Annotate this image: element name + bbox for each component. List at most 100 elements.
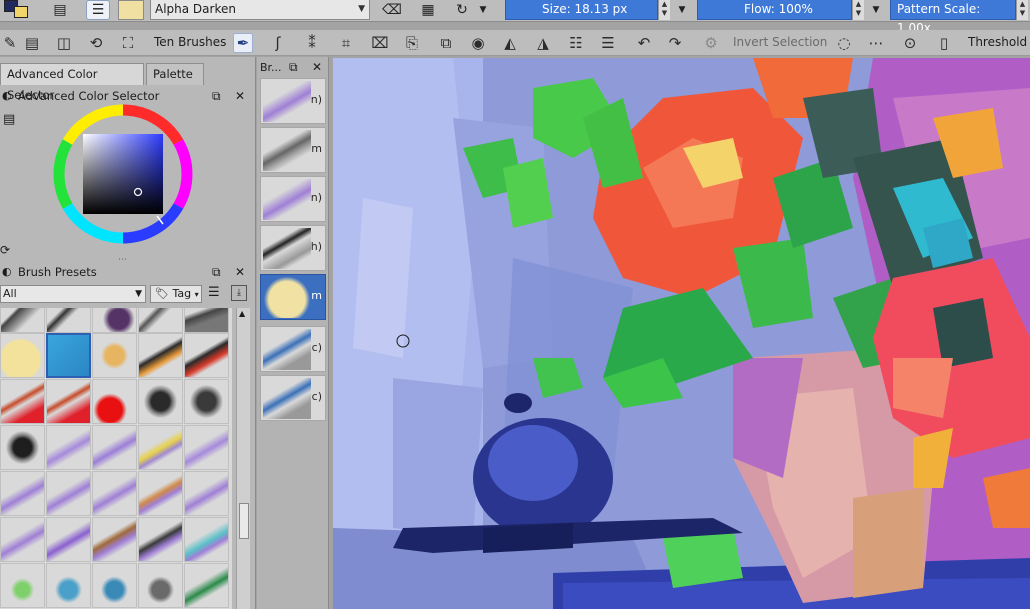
close-icon[interactable]: ✕ <box>312 60 322 74</box>
flow-spinner[interactable]: ▲ ▼ <box>852 0 864 20</box>
scroll-up-icon[interactable]: ▲ <box>239 309 245 318</box>
close-icon[interactable]: ✕ <box>235 263 245 281</box>
brush-preset-item[interactable] <box>92 308 137 333</box>
brush-preset-item[interactable] <box>0 517 45 562</box>
reset-color-icon[interactable]: ⟳ <box>0 243 10 257</box>
brush-preset-item[interactable] <box>184 471 229 516</box>
float-docker-icon[interactable]: ⧉ <box>212 263 221 281</box>
brush-preset-item[interactable] <box>0 425 45 470</box>
scrollbar-thumb[interactable] <box>239 503 249 539</box>
properties-icon[interactable]: ☰ <box>598 33 618 53</box>
undo-icon[interactable]: ↶ <box>634 33 654 53</box>
transparency-icon[interactable]: ▦ <box>418 0 438 20</box>
brush-strip-item[interactable]: c) <box>260 326 326 372</box>
chevron-down-icon[interactable]: ▼ <box>676 0 688 20</box>
rotate-canvas-icon[interactable]: ⟲ <box>86 33 106 53</box>
drawing-canvas[interactable] <box>333 58 1030 609</box>
brush-strip-item-selected[interactable]: m <box>260 274 326 320</box>
lock-icon[interactable]: ◐ <box>2 87 12 105</box>
pattern-list-icon[interactable]: ☰ <box>86 0 110 20</box>
mirror-view-icon[interactable]: ◫ <box>54 33 74 53</box>
brush-preset-item[interactable] <box>138 379 183 424</box>
brush-preset-item[interactable] <box>46 563 91 608</box>
workspace-label[interactable]: Ten Brushes <box>154 35 226 49</box>
brush-strip-item[interactable]: n) <box>260 78 326 124</box>
tab-palette[interactable]: Palette <box>146 63 204 85</box>
pen-tool-icon[interactable]: ✎ <box>0 33 20 53</box>
brush-preset-item[interactable] <box>184 563 229 608</box>
threshold-label[interactable]: Threshold <box>968 35 1027 49</box>
brush-preset-item[interactable] <box>184 517 229 562</box>
crop-icon[interactable]: ⧉ <box>436 33 456 53</box>
multibrush-icon[interactable]: ⁑ <box>302 33 322 53</box>
settings-list-icon[interactable]: ▤ <box>3 112 15 127</box>
chevron-down-icon[interactable]: ▼ <box>870 0 882 20</box>
reload-preset-icon[interactable]: ↻ <box>452 0 472 20</box>
redo-icon[interactable]: ↷ <box>665 33 685 53</box>
brush-preset-item[interactable] <box>0 308 45 333</box>
view-mode-icon[interactable]: ☰ <box>208 285 220 300</box>
brush-preset-item[interactable] <box>92 517 137 562</box>
fit-canvas-icon[interactable]: ⛶ <box>118 33 138 53</box>
brush-preset-item[interactable] <box>92 563 137 608</box>
hue-ring[interactable] <box>53 104 193 244</box>
deselect-icon[interactable]: ⚙ <box>701 33 721 53</box>
freehand-path-icon[interactable]: ʃ <box>268 33 288 53</box>
brush-strip-item[interactable]: m <box>260 127 326 173</box>
size-slider[interactable]: Size: 18.13 px <box>505 0 658 20</box>
invert-selection-button[interactable]: Invert Selection <box>733 35 827 49</box>
gradient-icon[interactable]: ▤ <box>50 0 70 20</box>
brush-strip-item[interactable]: c) <box>260 375 326 421</box>
brush-preset-item[interactable] <box>138 333 183 378</box>
blend-mode-select[interactable]: Alpha Darken ▼ <box>150 0 370 20</box>
brush-preset-item[interactable] <box>138 425 183 470</box>
brush-preset-item[interactable] <box>138 563 183 608</box>
brush-preset-item[interactable] <box>92 425 137 470</box>
brush-preset-item[interactable] <box>0 333 45 378</box>
lock-icon[interactable]: ◐ <box>2 263 12 281</box>
background-color-swatch[interactable] <box>14 6 28 18</box>
brush-preset-item[interactable] <box>184 308 229 333</box>
tag-button[interactable]: 🏷︎ Tag ▾ <box>150 285 202 303</box>
mirror-horizontal-icon[interactable]: ◭ <box>500 33 520 53</box>
transform-icon[interactable]: ⌗ <box>336 33 356 53</box>
brush-preset-item[interactable] <box>46 517 91 562</box>
brush-strip-item[interactable]: n) <box>260 176 326 222</box>
brush-preset-item[interactable] <box>0 379 45 424</box>
brush-preset-item[interactable] <box>138 471 183 516</box>
brush-preset-item[interactable] <box>184 425 229 470</box>
selection-shrink-icon[interactable]: ⊙ <box>900 33 920 53</box>
selection-grow-icon[interactable]: ⋯ <box>866 33 886 53</box>
brush-preset-item[interactable] <box>0 563 45 608</box>
brush-grid-scrollbar[interactable]: ▲ <box>236 308 250 609</box>
tag-filter-select[interactable]: All ▼ <box>0 285 146 303</box>
brush-preset-chip[interactable] <box>118 0 144 20</box>
brush-preset-item[interactable] <box>138 308 183 333</box>
brush-strip-item[interactable]: h) <box>260 225 326 271</box>
brush-preset-item[interactable] <box>138 517 183 562</box>
clear-icon[interactable]: ⌧ <box>370 33 390 53</box>
tab-advanced-color-selector[interactable]: Advanced Color Selector <box>0 63 144 102</box>
brush-preset-item[interactable] <box>46 379 91 424</box>
brush-preset-item[interactable] <box>46 471 91 516</box>
color-swatches[interactable] <box>0 0 32 20</box>
document-icon[interactable]: ▤ <box>22 33 42 53</box>
brush-tool-icon[interactable]: ✒ <box>233 33 253 53</box>
brush-preset-item[interactable] <box>92 333 137 378</box>
brush-preset-item[interactable] <box>46 425 91 470</box>
layers-icon[interactable]: ☷ <box>566 33 586 53</box>
brush-preset-item-selected[interactable] <box>46 333 91 378</box>
float-docker-icon[interactable]: ⧉ <box>289 60 298 75</box>
float-docker-icon[interactable]: ⧉ <box>212 87 221 105</box>
deform-icon[interactable]: ⎘ <box>402 33 422 53</box>
size-spinner[interactable]: ▲ ▼ <box>658 0 670 20</box>
pattern-scale-slider[interactable]: Pattern Scale: 1.00x <box>890 0 1016 35</box>
chevron-down-icon[interactable]: ▼ <box>478 0 488 20</box>
mirror-vertical-icon[interactable]: ◮ <box>533 33 553 53</box>
pattern-scale-spinner[interactable]: ▲ ▼ <box>1016 0 1028 20</box>
brush-preset-item[interactable] <box>0 471 45 516</box>
brush-preset-item[interactable] <box>184 333 229 378</box>
selection-circle-icon[interactable]: ◌ <box>834 33 854 53</box>
import-icon[interactable]: ⤓ <box>231 285 247 301</box>
device-icon[interactable]: ▯ <box>934 33 954 53</box>
